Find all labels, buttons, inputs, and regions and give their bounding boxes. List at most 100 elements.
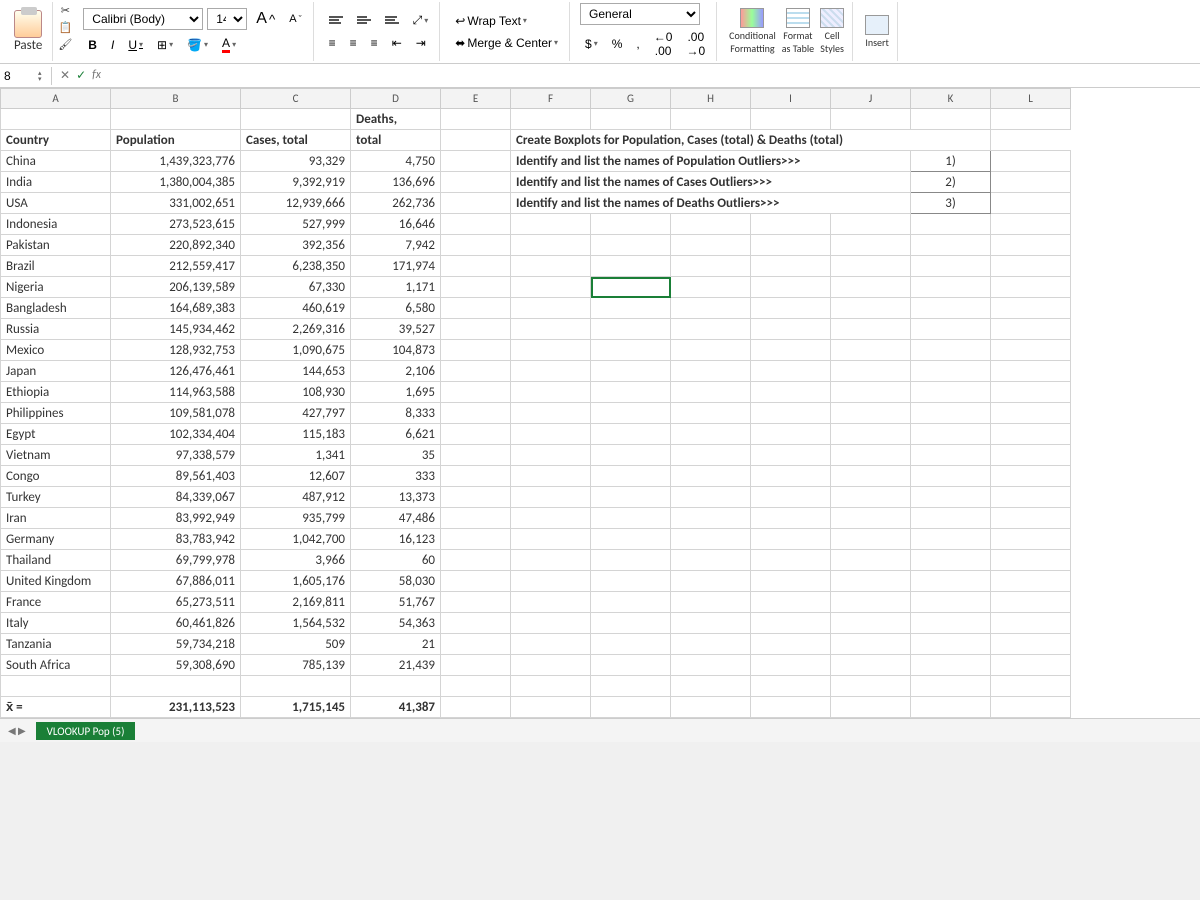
cell[interactable]: [991, 676, 1071, 697]
cell[interactable]: [671, 613, 751, 634]
cell[interactable]: Congo: [1, 466, 111, 487]
cell[interactable]: [671, 487, 751, 508]
cell[interactable]: [751, 235, 831, 256]
cell[interactable]: [671, 340, 751, 361]
cell[interactable]: [831, 277, 911, 298]
cell[interactable]: 1,695: [351, 382, 441, 403]
cell[interactable]: [591, 697, 671, 718]
cell[interactable]: [441, 676, 511, 697]
cell[interactable]: [911, 109, 991, 130]
cell[interactable]: 509: [241, 634, 351, 655]
col-header[interactable]: K: [911, 89, 991, 109]
cell[interactable]: [671, 676, 751, 697]
cell[interactable]: 128,932,753: [111, 340, 241, 361]
align-middle-button[interactable]: [352, 12, 376, 30]
cell[interactable]: 58,030: [351, 571, 441, 592]
cell[interactable]: [911, 487, 991, 508]
cell[interactable]: [441, 634, 511, 655]
cell[interactable]: Indonesia: [1, 214, 111, 235]
cell[interactable]: [831, 655, 911, 676]
decrease-indent-button[interactable]: ⇤: [387, 33, 407, 53]
cell[interactable]: 21,439: [351, 655, 441, 676]
cell[interactable]: [831, 382, 911, 403]
cell[interactable]: 1,042,700: [241, 529, 351, 550]
cell[interactable]: [441, 340, 511, 361]
cell[interactable]: India: [1, 172, 111, 193]
cell[interactable]: [111, 109, 241, 130]
cell[interactable]: Identify and list the names of Populatio…: [511, 151, 911, 172]
comma-button[interactable]: ,: [631, 34, 644, 54]
cell[interactable]: 7,942: [351, 235, 441, 256]
cell[interactable]: 108,930: [241, 382, 351, 403]
cell[interactable]: [671, 634, 751, 655]
cell[interactable]: [441, 214, 511, 235]
cell[interactable]: 60,461,826: [111, 613, 241, 634]
cell[interactable]: [441, 529, 511, 550]
cell[interactable]: 69,799,978: [111, 550, 241, 571]
cell[interactable]: [831, 256, 911, 277]
increase-decimal-button[interactable]: ←0.00: [649, 27, 678, 61]
worksheet[interactable]: A B C D E F G H I J K L Deaths,CountryPo…: [0, 88, 1200, 718]
cell[interactable]: [441, 424, 511, 445]
cell[interactable]: [441, 382, 511, 403]
cell[interactable]: 12,939,666: [241, 193, 351, 214]
cell[interactable]: [991, 298, 1071, 319]
cell[interactable]: Identify and list the names of Cases Out…: [511, 172, 911, 193]
cell[interactable]: [831, 235, 911, 256]
cell[interactable]: [911, 592, 991, 613]
cell[interactable]: [751, 634, 831, 655]
cell[interactable]: 60: [351, 550, 441, 571]
cell[interactable]: Turkey: [1, 487, 111, 508]
cell[interactable]: [911, 382, 991, 403]
cell[interactable]: [751, 256, 831, 277]
cell[interactable]: [511, 466, 591, 487]
cell[interactable]: [831, 298, 911, 319]
cell[interactable]: [751, 697, 831, 718]
cell[interactable]: [671, 298, 751, 319]
col-header[interactable]: F: [511, 89, 591, 109]
cell[interactable]: 3,966: [241, 550, 351, 571]
cell[interactable]: [991, 634, 1071, 655]
cell[interactable]: [671, 655, 751, 676]
cell[interactable]: [751, 277, 831, 298]
cell[interactable]: [591, 676, 671, 697]
insert-button[interactable]: Insert: [863, 13, 891, 51]
cell[interactable]: [591, 655, 671, 676]
cell[interactable]: [511, 487, 591, 508]
cell[interactable]: [831, 403, 911, 424]
cell[interactable]: [441, 193, 511, 214]
cell[interactable]: 206,139,589: [111, 277, 241, 298]
bold-button[interactable]: B: [83, 35, 102, 55]
cell[interactable]: 785,139: [241, 655, 351, 676]
cell[interactable]: [751, 613, 831, 634]
cell[interactable]: [671, 382, 751, 403]
cell-styles-button[interactable]: CellStyles: [818, 6, 846, 57]
cell[interactable]: [511, 214, 591, 235]
cell[interactable]: [671, 319, 751, 340]
cell[interactable]: [511, 109, 591, 130]
cell[interactable]: [441, 361, 511, 382]
cell[interactable]: 1,715,145: [241, 697, 351, 718]
cell[interactable]: [441, 655, 511, 676]
fx-button[interactable]: fx: [92, 68, 101, 83]
cell[interactable]: [671, 424, 751, 445]
cell[interactable]: [911, 508, 991, 529]
col-header[interactable]: J: [831, 89, 911, 109]
cell[interactable]: [671, 361, 751, 382]
cell[interactable]: [831, 445, 911, 466]
cell[interactable]: [831, 361, 911, 382]
cell[interactable]: [911, 361, 991, 382]
cell[interactable]: 145,934,462: [111, 319, 241, 340]
fill-color-button[interactable]: 🪣 ▾: [182, 35, 213, 55]
cell[interactable]: [831, 550, 911, 571]
cell[interactable]: [511, 277, 591, 298]
cell[interactable]: 6,580: [351, 298, 441, 319]
cell[interactable]: [991, 529, 1071, 550]
cell[interactable]: 2,169,811: [241, 592, 351, 613]
cell[interactable]: [511, 676, 591, 697]
cell[interactable]: [831, 319, 911, 340]
cell[interactable]: 171,974: [351, 256, 441, 277]
cell[interactable]: 2,269,316: [241, 319, 351, 340]
cell[interactable]: [671, 403, 751, 424]
tab-nav[interactable]: ◀ ▶: [8, 724, 26, 737]
